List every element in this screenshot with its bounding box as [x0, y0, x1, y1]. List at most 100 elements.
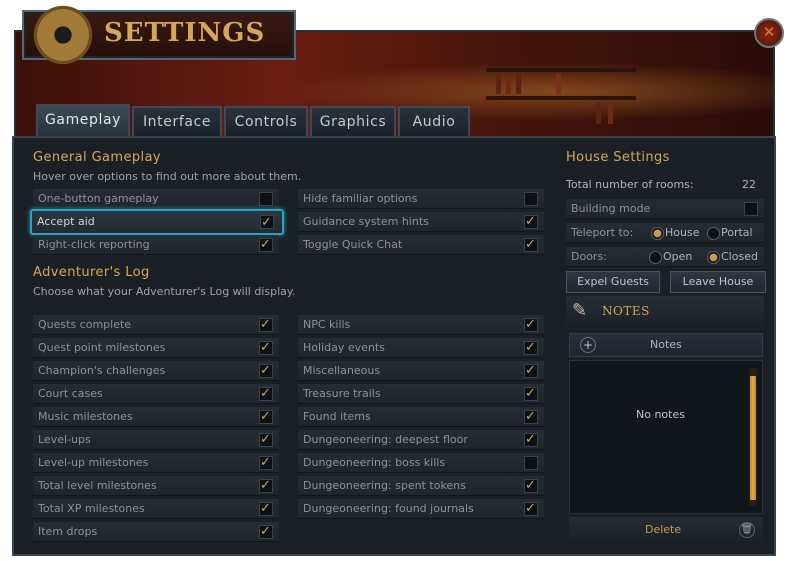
radio-closed-label: Closed	[721, 250, 758, 263]
option-label: Music milestones	[38, 410, 133, 423]
log-option[interactable]: Court cases	[33, 384, 279, 404]
checkbox[interactable]	[524, 192, 538, 206]
option-label: NPC kills	[303, 318, 351, 331]
building-mode-toggle[interactable]: Building mode	[566, 199, 764, 219]
log-option[interactable]: Miscellaneous	[298, 361, 544, 381]
trash-icon[interactable]: 🗑	[739, 522, 755, 538]
notes-header: ✎ NOTES	[566, 296, 764, 326]
log-option[interactable]: Item drops	[33, 522, 279, 542]
log-option[interactable]: Level-ups	[33, 430, 279, 450]
rooms-value: 22	[742, 178, 756, 191]
checkbox[interactable]	[259, 361, 273, 381]
log-option[interactable]: Champion's challenges	[33, 361, 279, 381]
option-hide-familiar-options[interactable]: Hide familiar options	[298, 189, 544, 209]
checkbox[interactable]	[260, 212, 274, 234]
checkbox[interactable]	[524, 361, 538, 381]
option-guidance-system-hints[interactable]: Guidance system hints	[298, 212, 544, 232]
option-label: Court cases	[38, 387, 103, 400]
notes-scroll-thumb[interactable]	[750, 376, 756, 500]
log-option[interactable]: Music milestones	[33, 407, 279, 427]
radio-open[interactable]	[649, 251, 662, 264]
radio-house[interactable]	[651, 227, 664, 240]
doors-row: Doors: Open Closed	[566, 247, 764, 267]
option-label: Dungeoneering: deepest floor	[303, 433, 468, 446]
checkbox[interactable]	[259, 430, 273, 450]
general-gameplay-title: General Gameplay	[33, 150, 161, 165]
tab-audio[interactable]: Audio	[398, 106, 470, 136]
option-label: Quest point milestones	[38, 341, 166, 354]
option-right-click-reporting[interactable]: Right-click reporting	[33, 235, 279, 255]
checkbox[interactable]	[524, 235, 538, 255]
option-toggle-quick-chat[interactable]: Toggle Quick Chat	[298, 235, 544, 255]
teleport-row: Teleport to: House Portal	[566, 223, 764, 243]
option-one-button-gameplay[interactable]: One-button gameplay	[33, 189, 279, 209]
checkbox[interactable]	[524, 407, 538, 427]
shelf	[486, 96, 636, 100]
close-icon: ✕	[762, 23, 776, 41]
checkbox[interactable]	[259, 499, 273, 519]
log-option[interactable]: Dungeoneering: deepest floor	[298, 430, 544, 450]
shelf	[486, 68, 636, 72]
close-button[interactable]: ✕	[754, 18, 784, 48]
checkbox[interactable]	[524, 384, 538, 404]
option-accept-aid[interactable]: Accept aid	[30, 209, 284, 235]
option-label: Total XP milestones	[38, 502, 145, 515]
checkbox[interactable]	[259, 235, 273, 255]
add-note-icon[interactable]: +	[580, 337, 596, 353]
log-option[interactable]: Quest point milestones	[33, 338, 279, 358]
no-notes-text: No notes	[636, 408, 685, 421]
option-label: Guidance system hints	[303, 215, 429, 228]
checkbox[interactable]	[524, 315, 538, 335]
option-label: Dungeoneering: found journals	[303, 502, 474, 515]
tab-interface[interactable]: Interface	[132, 106, 222, 136]
notes-footer: Delete 🗑	[569, 517, 763, 543]
checkbox[interactable]	[524, 430, 538, 450]
leave-house-button[interactable]: Leave House	[670, 271, 766, 293]
checkbox[interactable]	[524, 456, 538, 470]
log-option[interactable]: Dungeoneering: boss kills	[298, 453, 544, 473]
doors-label: Doors:	[571, 250, 607, 263]
checkbox[interactable]	[259, 315, 273, 335]
checkbox[interactable]	[524, 499, 538, 519]
option-label: Level-ups	[38, 433, 91, 446]
option-label: Quests complete	[38, 318, 132, 331]
option-label: Accept aid	[37, 215, 95, 228]
checkbox[interactable]	[259, 192, 273, 206]
log-option[interactable]: Dungeoneering: found journals	[298, 499, 544, 519]
delete-note-button[interactable]: Delete	[645, 523, 681, 536]
tab-gameplay[interactable]: Gameplay	[36, 104, 130, 138]
log-option[interactable]: Holiday events	[298, 338, 544, 358]
book	[516, 72, 521, 94]
radio-portal[interactable]	[707, 227, 720, 240]
radio-closed[interactable]	[707, 251, 720, 264]
log-option[interactable]: NPC kills	[298, 315, 544, 335]
checkbox[interactable]	[259, 476, 273, 496]
log-option[interactable]: Total level milestones	[33, 476, 279, 496]
log-option[interactable]: Found items	[298, 407, 544, 427]
option-label: Holiday events	[303, 341, 385, 354]
checkbox[interactable]	[259, 338, 273, 358]
checkbox[interactable]	[524, 212, 538, 232]
checkbox[interactable]	[524, 338, 538, 358]
log-option[interactable]: Dungeoneering: spent tokens	[298, 476, 544, 496]
checkbox[interactable]	[259, 384, 273, 404]
book	[608, 104, 613, 124]
expel-guests-button[interactable]: Expel Guests	[566, 271, 660, 293]
notes-book-icon: ✎	[572, 300, 588, 321]
log-option[interactable]: Level-up milestones	[33, 453, 279, 473]
tab-graphics[interactable]: Graphics	[310, 106, 396, 136]
log-option[interactable]: Quests complete	[33, 315, 279, 335]
checkbox[interactable]	[259, 522, 273, 542]
tab-controls[interactable]: Controls	[224, 106, 308, 136]
log-option[interactable]: Treasure trails	[298, 384, 544, 404]
book	[496, 74, 501, 94]
checkbox[interactable]	[259, 453, 273, 473]
checkbox[interactable]	[744, 202, 758, 216]
notes-list[interactable]: No notes	[569, 360, 763, 514]
option-label: One-button gameplay	[38, 192, 159, 205]
notes-bar: + Notes	[569, 333, 763, 357]
option-label: Total level milestones	[38, 479, 157, 492]
log-option[interactable]: Total XP milestones	[33, 499, 279, 519]
checkbox[interactable]	[524, 476, 538, 496]
checkbox[interactable]	[259, 407, 273, 427]
